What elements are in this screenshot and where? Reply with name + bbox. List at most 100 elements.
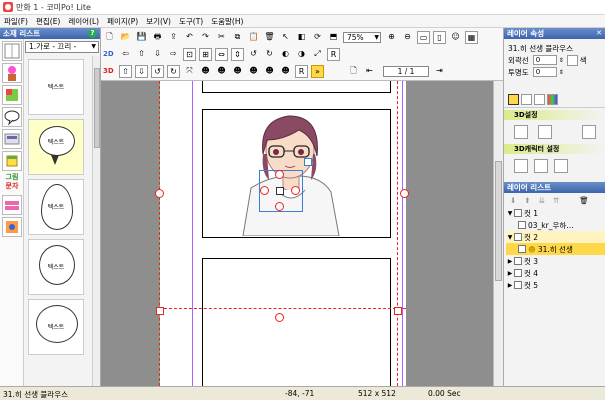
3d-move-down-button[interactable]: ⇩ <box>135 64 148 78</box>
to-back-icon[interactable]: ⇊ <box>539 196 545 205</box>
move-right-button[interactable]: ⇨ <box>167 48 180 61</box>
menu-layer[interactable]: 레이어(L) <box>68 16 99 27</box>
frame-handle[interactable] <box>155 189 164 198</box>
char-button[interactable]: ☺ <box>449 31 462 44</box>
layer-item-cut-2[interactable]: ▼ 컷 2 <box>506 231 605 243</box>
stepper-icon[interactable]: ⇕ <box>559 57 564 64</box>
collapse-icon[interactable]: ▼ <box>506 234 514 241</box>
frame-handle[interactable] <box>275 313 284 322</box>
stepper-icon[interactable]: ⇕ <box>559 69 564 76</box>
rotate-ccw-button[interactable]: ↺ <box>247 48 260 61</box>
light-icon[interactable] <box>514 125 528 139</box>
material-thumbnail[interactable]: 텍스트 <box>28 59 84 115</box>
canvas-scrollbar[interactable] <box>493 81 503 386</box>
expression-icon[interactable] <box>554 159 568 173</box>
new-page-button[interactable]: 🗋 <box>103 31 116 44</box>
move-down-icon[interactable]: ⬇ <box>510 196 516 205</box>
category-misc-button[interactable] <box>2 217 22 237</box>
3d-pose-6-button[interactable]: ☻ <box>279 65 292 78</box>
layer-item-cut-4[interactable]: ▶ 컷 4 <box>506 267 605 279</box>
fit-page-button[interactable]: ▭ <box>417 30 430 44</box>
comic-panel-3[interactable] <box>202 258 391 386</box>
palette-tab-icon[interactable] <box>547 94 558 105</box>
material-thumbnail[interactable]: 텍스트 <box>28 239 84 295</box>
category-background-button[interactable] <box>2 41 22 61</box>
visibility-checkbox[interactable] <box>514 257 522 265</box>
frame-handle[interactable] <box>400 189 409 198</box>
last-page-button[interactable]: ⇥ <box>433 65 446 78</box>
canvas-area[interactable] <box>101 81 493 386</box>
comic-panel-1[interactable] <box>202 81 391 93</box>
fit-width-button[interactable]: ▯ <box>433 30 446 44</box>
open-button[interactable]: 📂 <box>119 31 132 44</box>
opacity-input[interactable]: 0 <box>532 67 557 77</box>
expand-icon[interactable]: ▶ <box>506 258 514 265</box>
category-panel-button[interactable] <box>2 195 22 215</box>
page-indicator[interactable]: 1 / 1 <box>383 65 429 77</box>
rotate-handle[interactable] <box>304 158 312 166</box>
rotate-cw-button[interactable]: ↻ <box>263 48 276 61</box>
3d-pose-3-button[interactable]: ☻ <box>231 65 244 78</box>
visibility-checkbox[interactable] <box>514 233 522 241</box>
undo-button[interactable]: ↶ <box>183 31 196 44</box>
save-button[interactable]: 💾 <box>135 31 148 44</box>
flip-v-button[interactable]: ⇕ <box>231 47 244 61</box>
menu-help[interactable]: 도움말(H) <box>211 16 243 27</box>
settings-button[interactable]: ▦ <box>465 30 478 44</box>
page-view-button[interactable]: 🗋 <box>347 65 360 78</box>
flip-h-button[interactable]: ⇔ <box>215 47 228 61</box>
flip-button[interactable]: ◧ <box>295 31 308 44</box>
transform-handle[interactable] <box>275 202 284 211</box>
menu-tools[interactable]: 도구(T) <box>179 16 203 27</box>
menu-page[interactable]: 페이지(P) <box>107 16 138 27</box>
enlarge-button[interactable]: ⊞ <box>199 47 212 61</box>
menu-edit[interactable]: 편집(E) <box>36 16 60 27</box>
3d-pose-5-button[interactable]: ☻ <box>263 65 276 78</box>
visibility-checkbox[interactable] <box>518 221 526 229</box>
zoom-out-button[interactable]: ⊖ <box>401 31 414 44</box>
layer-item-cut-1[interactable]: ▼ 컷 1 <box>506 207 605 219</box>
transform-handle[interactable] <box>291 186 300 195</box>
outline-input[interactable]: 0 <box>532 55 557 65</box>
category-3d-button[interactable] <box>2 85 22 105</box>
pose-icon[interactable] <box>534 159 548 173</box>
material-category-select[interactable]: 1.가로 - 끄리 - ▼ <box>25 41 99 53</box>
zoom-in-button[interactable]: ⊕ <box>385 31 398 44</box>
3d-rotate-left-button[interactable]: ↺ <box>151 64 164 78</box>
3d-pose-1-button[interactable]: ☻ <box>199 65 212 78</box>
move-up-icon[interactable]: ⬆ <box>524 196 530 205</box>
rotate-button[interactable]: ⟳ <box>311 31 324 44</box>
to-front-icon[interactable]: ⇈ <box>553 196 559 205</box>
material-thumbnail[interactable]: 텍스트 <box>28 119 84 175</box>
pointer-button[interactable]: ↖ <box>279 31 292 44</box>
visibility-checkbox[interactable] <box>514 269 522 277</box>
transform-handle[interactable] <box>276 187 284 195</box>
layer-item-cut-3[interactable]: ▶ 컷 3 <box>506 255 605 267</box>
3d-pose-4-button[interactable]: ☻ <box>247 65 260 78</box>
help-icon[interactable]: ? <box>88 29 97 38</box>
layer-item-cut-5[interactable]: ▶ 컷 5 <box>506 279 605 291</box>
collapse-icon[interactable]: ▼ <box>506 210 514 217</box>
delete-button[interactable]: 🗑 <box>263 31 276 44</box>
redo-button[interactable]: ↷ <box>199 31 212 44</box>
menu-view[interactable]: 보기(V) <box>146 16 171 27</box>
front-button[interactable]: ⬒ <box>327 31 340 44</box>
close-icon[interactable]: ✕ <box>596 28 602 39</box>
frame-handle[interactable] <box>156 307 164 315</box>
category-character-button[interactable] <box>2 63 22 83</box>
eye-tab-icon[interactable] <box>508 94 519 105</box>
3d-rotate-right-button[interactable]: ↻ <box>167 64 180 78</box>
transform-handle[interactable] <box>260 186 269 195</box>
layer-item-character[interactable]: ☻ 31.히 선생 <box>506 243 605 255</box>
material-list-scrollbar[interactable] <box>92 56 100 386</box>
tilt-left-button[interactable]: ◐ <box>279 48 292 61</box>
copy-button[interactable]: ⧉ <box>231 31 244 44</box>
color-swatch[interactable] <box>566 54 578 66</box>
face-icon[interactable] <box>514 159 528 173</box>
comic-panel-2[interactable] <box>202 109 391 238</box>
material-thumbnail[interactable]: 텍스트 <box>28 179 84 235</box>
visibility-checkbox[interactable] <box>518 245 526 253</box>
tilt-right-button[interactable]: ◑ <box>295 48 308 61</box>
transform-handle[interactable] <box>275 170 284 179</box>
cut-button[interactable]: ✂ <box>215 31 228 44</box>
